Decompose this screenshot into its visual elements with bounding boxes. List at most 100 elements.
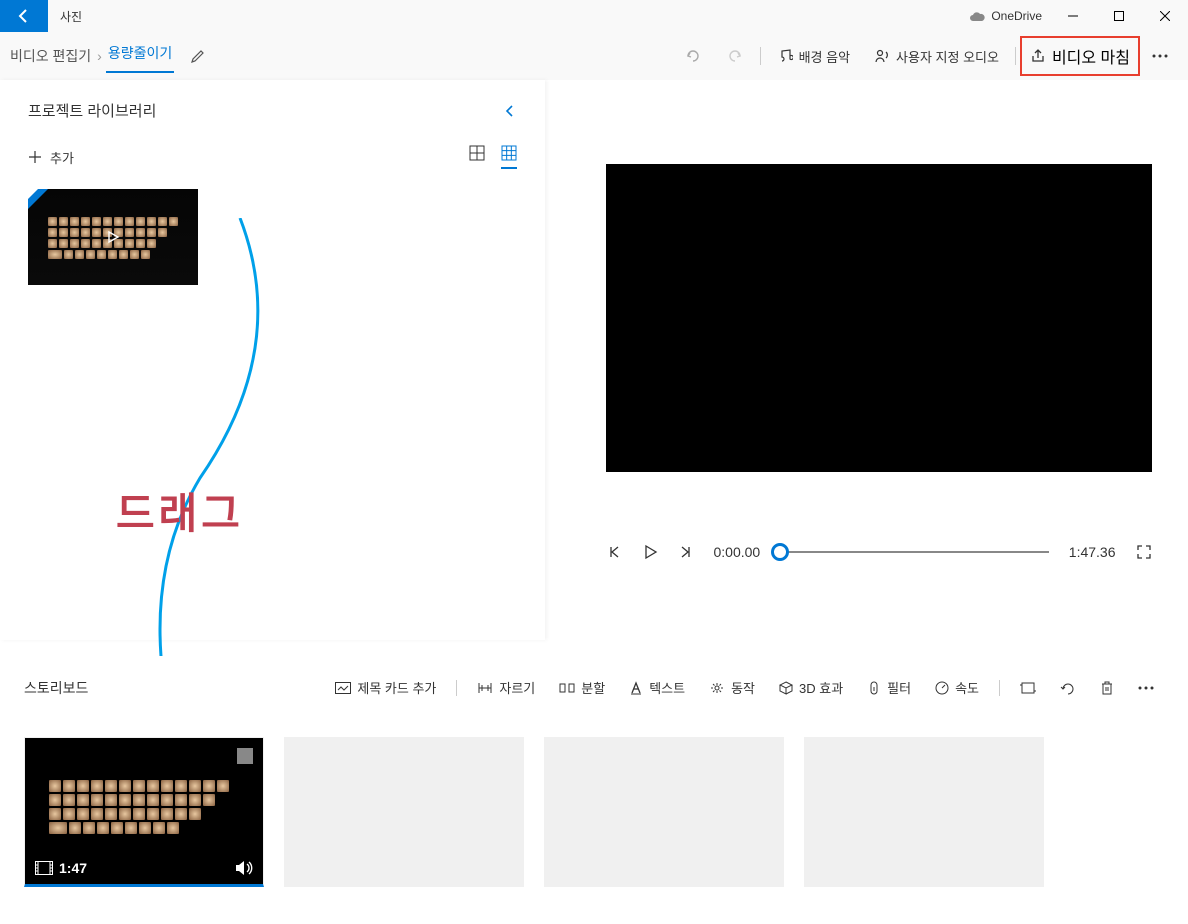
collapse-button[interactable] xyxy=(503,104,517,118)
storyboard-empty-slot[interactable] xyxy=(544,737,784,887)
speaker-icon xyxy=(235,860,253,876)
speed-label: 속도 xyxy=(955,678,979,697)
grid-small-icon xyxy=(501,145,517,161)
custom-audio-button[interactable]: 사용자 지정 오디오 xyxy=(862,39,1011,74)
separator xyxy=(999,680,1000,696)
finish-label: 비디오 마침 xyxy=(1052,44,1130,68)
title-card-label: 제목 카드 추가 xyxy=(357,678,436,697)
breadcrumb: 비디오 편집기 › 용량줄이기 xyxy=(8,39,174,73)
grid-small-button[interactable] xyxy=(501,145,517,169)
grid-large-button[interactable] xyxy=(469,145,485,169)
chevron-right-icon: › xyxy=(97,48,102,64)
ellipsis-icon xyxy=(1152,54,1168,58)
storyboard-clip[interactable]: 1:47 xyxy=(24,737,264,887)
redo-icon xyxy=(726,47,744,65)
library-thumbnail[interactable] xyxy=(28,189,198,285)
slider-thumb[interactable] xyxy=(771,543,789,561)
title-card-button[interactable]: 제목 카드 추가 xyxy=(325,672,446,703)
crop-icon xyxy=(1020,681,1036,695)
storyboard-title: 스토리보드 xyxy=(24,678,88,698)
preview-panel: 0:00.00 1:47.36 xyxy=(545,80,1188,640)
rename-button[interactable] xyxy=(190,48,206,64)
speed-button[interactable]: 속도 xyxy=(925,672,989,703)
fullscreen-icon xyxy=(1136,544,1152,560)
trim-label: 자르기 xyxy=(499,678,535,697)
filter-label: 필터 xyxy=(887,678,911,697)
trim-button[interactable]: 자르기 xyxy=(467,672,545,703)
storyboard-panel: 스토리보드 제목 카드 추가 자르기 분할 텍스트 동작 xyxy=(0,656,1188,924)
seek-slider[interactable] xyxy=(780,551,1049,553)
clip-checkbox[interactable] xyxy=(237,748,253,764)
film-icon xyxy=(35,861,53,875)
ellipsis-icon xyxy=(1138,686,1154,690)
storyboard-more-button[interactable] xyxy=(1128,680,1164,696)
prev-frame-button[interactable] xyxy=(606,544,622,560)
more-button[interactable] xyxy=(1140,46,1180,66)
finish-video-button[interactable]: 비디오 마침 xyxy=(1020,36,1140,76)
music-icon xyxy=(777,48,793,64)
current-time: 0:00.00 xyxy=(714,544,761,560)
storyboard-empty-slot[interactable] xyxy=(804,737,1044,887)
play-button[interactable] xyxy=(642,544,658,560)
text-icon xyxy=(629,681,643,695)
breadcrumb-item-project[interactable]: 용량줄이기 xyxy=(106,39,174,73)
bgm-label: 배경 음악 xyxy=(799,47,850,66)
rotate-button[interactable] xyxy=(1050,675,1086,701)
video-preview[interactable] xyxy=(606,164,1152,472)
redo-button[interactable] xyxy=(714,39,756,73)
onedrive-indicator[interactable]: OneDrive xyxy=(969,9,1042,23)
clip-thumbnail xyxy=(49,780,239,836)
text-label: 텍스트 xyxy=(649,678,685,697)
trim-icon xyxy=(477,681,493,695)
maximize-button[interactable] xyxy=(1096,0,1142,32)
app-title: 사진 xyxy=(60,8,82,25)
next-frame-button[interactable] xyxy=(678,544,694,560)
next-frame-icon xyxy=(678,544,694,560)
chevron-left-icon xyxy=(503,104,517,118)
motion-label: 동작 xyxy=(731,678,755,697)
3d-effects-button[interactable]: 3D 효과 xyxy=(769,672,853,703)
share-icon xyxy=(1030,48,1046,64)
person-audio-icon xyxy=(874,48,890,64)
cloud-icon xyxy=(969,10,985,22)
motion-button[interactable]: 동작 xyxy=(699,672,765,703)
back-button[interactable] xyxy=(0,0,48,32)
fullscreen-button[interactable] xyxy=(1136,544,1152,560)
minimize-button[interactable] xyxy=(1050,0,1096,32)
text-button[interactable]: 텍스트 xyxy=(619,672,695,703)
separator xyxy=(456,680,457,696)
split-icon xyxy=(559,681,575,695)
filter-button[interactable]: 필터 xyxy=(857,672,921,703)
library-title: 프로젝트 라이브러리 xyxy=(28,100,156,121)
undo-icon xyxy=(684,47,702,65)
rotate-icon xyxy=(1060,681,1076,695)
cube-icon xyxy=(779,681,793,695)
crop-button[interactable] xyxy=(1010,675,1046,701)
separator xyxy=(760,47,761,65)
close-button[interactable] xyxy=(1142,0,1188,32)
split-label: 분할 xyxy=(581,678,605,697)
onedrive-label: OneDrive xyxy=(991,9,1042,23)
clip-duration: 1:47 xyxy=(59,860,87,876)
library-panel: 프로젝트 라이브러리 추가 xyxy=(0,80,545,640)
add-label: 추가 xyxy=(50,148,74,167)
play-icon xyxy=(106,230,120,244)
total-time: 1:47.36 xyxy=(1069,544,1116,560)
delete-button[interactable] xyxy=(1090,675,1124,701)
play-icon xyxy=(642,544,658,560)
motion-icon xyxy=(709,681,725,695)
separator xyxy=(1015,47,1016,65)
card-icon xyxy=(335,682,351,694)
breadcrumb-item-editor[interactable]: 비디오 편집기 xyxy=(8,42,93,70)
storyboard-empty-slot[interactable] xyxy=(284,737,524,887)
3d-label: 3D 효과 xyxy=(799,678,843,697)
speed-icon xyxy=(935,681,949,695)
split-button[interactable]: 분할 xyxy=(549,672,615,703)
add-button[interactable]: 추가 xyxy=(28,148,74,167)
custom-audio-label: 사용자 지정 오디오 xyxy=(896,47,999,66)
trash-icon xyxy=(1100,681,1114,695)
prev-frame-icon xyxy=(606,544,622,560)
bgm-button[interactable]: 배경 음악 xyxy=(765,39,862,74)
undo-button[interactable] xyxy=(672,39,714,73)
filter-icon xyxy=(867,681,881,695)
